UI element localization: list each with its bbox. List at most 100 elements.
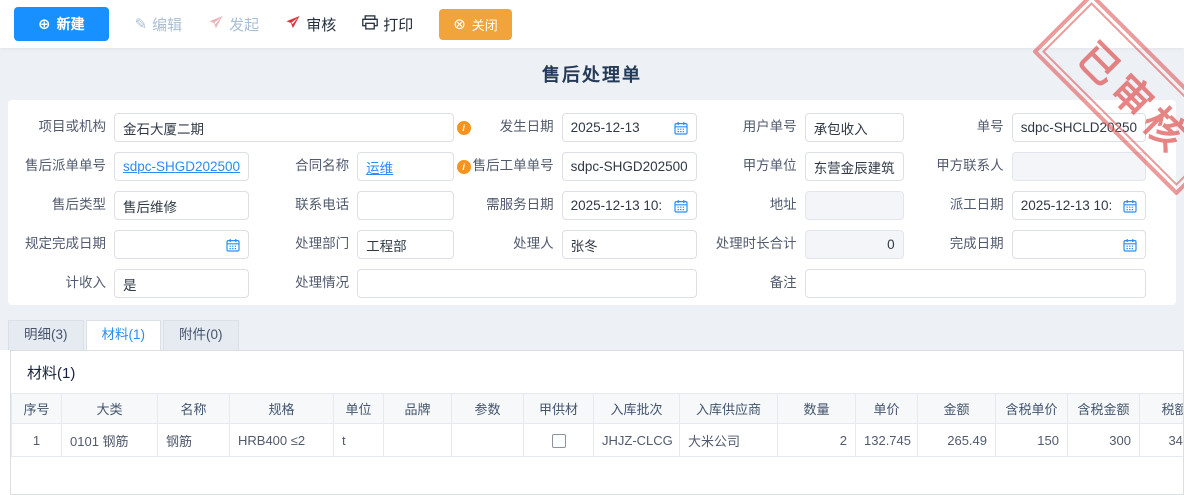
field-handler: 处理人 张冬 xyxy=(470,230,713,259)
printer-icon xyxy=(362,15,378,33)
field-work-order-no: 售后工单单号 sdpc-SHGD202500 xyxy=(470,152,713,181)
col-owner-supplied: 甲供材 xyxy=(524,394,594,424)
field-service-type: 售后类型 售后维修 xyxy=(22,191,265,220)
project-or-org-input[interactable]: 金石大厦二期 xyxy=(114,113,454,142)
print-button[interactable]: 打印 xyxy=(362,14,413,35)
cell-quantity: 2 xyxy=(778,424,856,457)
cell-spec: HRB400 ≤2 xyxy=(230,424,334,457)
tab-material[interactable]: 材料(1) xyxy=(86,320,162,350)
field-phone: 联系电话 xyxy=(265,191,470,220)
info-icon[interactable]: i xyxy=(457,160,471,174)
tab-content-panel: 材料(1) 序号 大类 名称 规格 单位 品牌 参数 甲供材 入库批次 xyxy=(0,350,1184,495)
col-category: 大类 xyxy=(62,394,158,424)
required-finish-date-input[interactable] xyxy=(114,230,249,259)
toolbar: ⊕ 新建 ✎ 编辑 发起 审核 打印 ⊗ 关闭 xyxy=(0,0,1184,48)
party-a-contact-input[interactable] xyxy=(1012,152,1146,181)
cell-unit: t xyxy=(334,424,384,457)
tab-detail[interactable]: 明细(3) xyxy=(8,320,84,350)
remark-input[interactable] xyxy=(805,269,1146,298)
need-service-date-input[interactable]: 2025-12-13 10: xyxy=(562,191,697,220)
col-amount: 金额 xyxy=(918,394,996,424)
field-dept: 处理部门 工程部 xyxy=(265,230,470,259)
dept-input[interactable]: 工程部 xyxy=(357,230,454,259)
dispatch-order-link[interactable]: sdpc-SHGD202500 xyxy=(123,159,240,174)
field-income: 计收入 是 xyxy=(22,269,265,298)
edit-button[interactable]: ✎ 编辑 xyxy=(135,14,183,35)
audit-button[interactable]: 审核 xyxy=(285,14,336,35)
field-label: 发生日期 xyxy=(470,119,562,136)
col-name: 名称 xyxy=(158,394,230,424)
cell-brand xyxy=(384,424,452,457)
cell-taxed-unit-price: 150 xyxy=(996,424,1068,457)
cell-taxed-amount: 300 xyxy=(1068,424,1140,457)
field-label: 用户单号 xyxy=(713,119,805,136)
field-label: 需服务日期 xyxy=(470,197,562,214)
new-button[interactable]: ⊕ 新建 xyxy=(14,7,109,41)
field-party-a-contact: 甲方联系人 xyxy=(920,152,1162,181)
field-label: 派工日期 xyxy=(920,197,1012,214)
occur-date-input[interactable]: 2025-12-13 xyxy=(562,113,697,142)
duration-total-input[interactable]: 0 xyxy=(805,230,904,259)
new-button-label: 新建 xyxy=(57,14,85,34)
phone-input[interactable] xyxy=(357,191,454,220)
situation-input[interactable] xyxy=(357,269,697,298)
calendar-icon[interactable] xyxy=(1123,199,1137,213)
handler-input[interactable]: 张冬 xyxy=(562,230,697,259)
cell-unit-price: 132.745 xyxy=(856,424,918,457)
material-section: 材料(1) 序号 大类 名称 规格 单位 品牌 参数 甲供材 入库批次 xyxy=(10,350,1184,495)
field-label: 联系电话 xyxy=(265,197,357,214)
address-input[interactable] xyxy=(805,191,904,220)
cell-tax: 34.51 xyxy=(1140,424,1184,457)
plus-circle-icon: ⊕ xyxy=(38,17,51,32)
user-order-input[interactable]: 承包收入 xyxy=(805,113,904,142)
col-param: 参数 xyxy=(452,394,524,424)
contract-name-link-input[interactable]: 运维 xyxy=(357,152,454,181)
close-button[interactable]: ⊗ 关闭 xyxy=(439,9,512,40)
field-need-service-date: 需服务日期 2025-12-13 10: xyxy=(470,191,713,220)
owner-supplied-checkbox[interactable] xyxy=(552,434,566,448)
tab-attachment[interactable]: 附件(0) xyxy=(163,320,239,350)
launch-button[interactable]: 发起 xyxy=(208,14,259,35)
field-label: 备注 xyxy=(713,275,805,292)
info-icon[interactable]: i xyxy=(457,121,471,135)
print-button-label: 打印 xyxy=(383,14,413,35)
field-label: 完成日期 xyxy=(920,236,1012,253)
field-label: 甲方单位 xyxy=(713,158,805,175)
field-label: 售后工单单号 xyxy=(470,158,562,175)
order-no-input[interactable]: sdpc-SHCLD20250 xyxy=(1012,113,1146,142)
field-label: 项目或机构 xyxy=(22,119,114,136)
finish-date-input[interactable] xyxy=(1012,230,1146,259)
dispatch-date-input[interactable]: 2025-12-13 10: xyxy=(1012,191,1146,220)
close-button-label: 关闭 xyxy=(472,15,498,34)
calendar-icon[interactable] xyxy=(1123,238,1137,252)
field-label: 甲方联系人 xyxy=(920,158,1012,175)
form-card: 项目或机构 金石大厦二期 i 发生日期 2025-12-13 用户单号 承包收入… xyxy=(8,100,1176,305)
contract-name-link[interactable]: 运维 xyxy=(366,157,393,177)
field-occur-date: 发生日期 2025-12-13 xyxy=(470,113,713,142)
paper-plane-icon xyxy=(208,15,224,33)
calendar-icon[interactable] xyxy=(226,238,240,252)
col-taxed-unit-price: 含税单价 xyxy=(996,394,1068,424)
field-label: 合同名称 xyxy=(265,158,357,175)
close-circle-icon: ⊗ xyxy=(453,17,466,32)
field-label: 处理人 xyxy=(470,236,562,253)
field-label: 处理时长合计 xyxy=(713,236,805,253)
paper-plane-icon xyxy=(285,15,301,33)
calendar-icon[interactable] xyxy=(674,121,688,135)
table-row[interactable]: 1 0101 钢筋 钢筋 HRB400 ≤2 t JHJZ-CLCG 大米公司 … xyxy=(12,424,1184,457)
col-brand: 品牌 xyxy=(384,394,452,424)
work-order-input[interactable]: sdpc-SHGD202500 xyxy=(562,152,697,181)
dispatch-order-link-input[interactable]: sdpc-SHGD202500 xyxy=(114,152,249,181)
material-section-title: 材料(1) xyxy=(11,351,1183,393)
service-type-input[interactable]: 售后维修 xyxy=(114,191,249,220)
col-unit-price: 单价 xyxy=(856,394,918,424)
party-a-unit-input[interactable]: 东营金辰建筑 xyxy=(805,152,904,181)
field-label: 地址 xyxy=(713,197,805,214)
field-party-a-unit: 甲方单位 东营金辰建筑 xyxy=(713,152,920,181)
calendar-icon[interactable] xyxy=(674,199,688,213)
field-finish-date: 完成日期 xyxy=(920,230,1162,259)
pencil-icon: ✎ xyxy=(135,17,148,32)
field-remark: 备注 xyxy=(713,269,1162,298)
field-dispatch-date: 派工日期 2025-12-13 10: xyxy=(920,191,1162,220)
income-input[interactable]: 是 xyxy=(114,269,249,298)
